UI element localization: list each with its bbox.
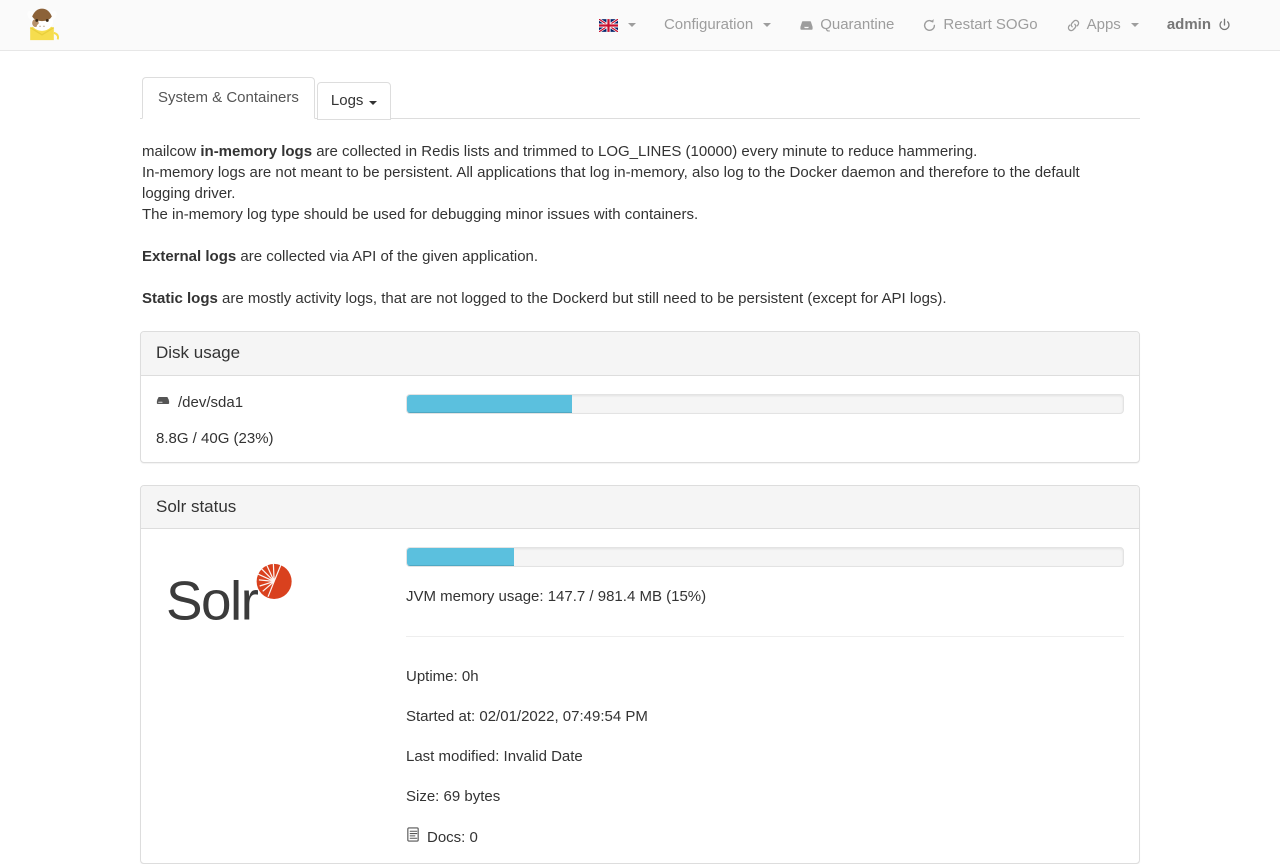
intro-p4-post: are collected via API of the given appli… xyxy=(236,248,539,265)
admin-label: admin xyxy=(1166,16,1211,33)
language-selector[interactable] xyxy=(585,0,650,50)
disk-usage-panel-heading: Disk usage xyxy=(141,332,1139,376)
intro-p1-pre: mailcow xyxy=(142,143,201,160)
disk-usage-panel: Disk usage /dev/sda1 8.8G / 40G (23%) xyxy=(140,331,1140,463)
tab-logs[interactable]: Logs xyxy=(316,82,392,120)
solr-last-modified: Last modified: Invalid Date xyxy=(406,748,583,766)
solr-memory-label: JVM memory usage: 147.7 / 981.4 MB (15%) xyxy=(406,588,707,606)
tab-bar: System & Containers Logs xyxy=(140,73,1140,120)
solr-uptime: Uptime: 0h xyxy=(406,668,479,686)
link-icon xyxy=(1066,0,1081,50)
tab-label: System & Containers xyxy=(158,89,299,106)
intro-p4-bold: External logs xyxy=(142,248,237,265)
nav-label-restart-sogo: Restart SOGo xyxy=(943,16,1038,33)
intro-paragraph-2: In-memory logs are not meant to be persi… xyxy=(142,164,1080,202)
disk-usage-info: /dev/sda1 8.8G / 40G (23%) xyxy=(156,391,406,447)
intro-text-block: mailcow in-memory logs are collected in … xyxy=(140,119,1140,309)
solr-divider xyxy=(406,636,1124,638)
solr-logo-icon: Solr xyxy=(164,554,406,634)
solr-docs-label: Docs: 0 xyxy=(427,828,478,846)
tab-system-and-containers[interactable]: System & Containers xyxy=(142,77,315,119)
tab-label: Logs xyxy=(330,92,364,109)
solr-started-at: Started at: 02/01/2022, 07:49:54 PM xyxy=(406,708,648,726)
page-title-solr-status: Solr status xyxy=(156,496,237,516)
solr-memory-progress-bar xyxy=(407,548,515,567)
intro-paragraph-3: The in-memory log type should be used fo… xyxy=(142,206,699,223)
uk-flag-icon xyxy=(598,0,618,50)
solr-docs-row: Docs: 0 xyxy=(406,827,1124,848)
nav-item-restart-sogo[interactable]: Restart SOGo xyxy=(908,0,1051,50)
solr-status-panel: Solr status Solr JVM memory usage: 147.7… xyxy=(140,484,1140,864)
solr-logo-wrap: Solr xyxy=(156,544,406,634)
navbar-right-group: Configuration Quarantine Restart SOGo Ap… xyxy=(585,0,1264,50)
solr-status-panel-heading: Solr status xyxy=(141,485,1139,530)
nav-label-configuration: Configuration xyxy=(663,16,754,33)
disk-usage-summary: 8.8G / 40G (23%) xyxy=(156,429,274,447)
disk-usage-row: /dev/sda1 8.8G / 40G (23%) xyxy=(156,391,1124,447)
page-title-disk-usage: Disk usage xyxy=(156,343,241,362)
disk-device-row: /dev/sda1 xyxy=(156,393,406,414)
nav-item-apps[interactable]: Apps xyxy=(1052,0,1153,50)
hard-drive-icon xyxy=(156,393,170,414)
solr-status-row: Solr JVM memory usage: 147.7 / 981.4 MB … xyxy=(156,544,1124,848)
solr-status-panel-body: Solr JVM memory usage: 147.7 / 981.4 MB … xyxy=(141,529,1139,863)
disk-usage-progress-bar xyxy=(407,394,572,413)
disk-usage-panel-body: /dev/sda1 8.8G / 40G (23%) xyxy=(141,376,1139,462)
intro-paragraph-5: Static logs are mostly activity logs, th… xyxy=(142,288,1102,309)
inbox-icon xyxy=(799,0,814,50)
nav-item-configuration[interactable]: Configuration xyxy=(650,0,785,50)
chevron-down-icon xyxy=(369,101,378,105)
chevron-down-icon xyxy=(1130,23,1139,27)
page-container: System & Containers Logs mailcow in-memo… xyxy=(140,51,1140,864)
nav-label-quarantine: Quarantine xyxy=(820,16,895,33)
nav-item-quarantine[interactable]: Quarantine xyxy=(785,0,908,50)
mailcow-cow-logo xyxy=(21,4,63,46)
nav-item-admin[interactable]: admin xyxy=(1153,0,1236,50)
brand-logo-link[interactable] xyxy=(16,0,63,50)
chevron-down-icon xyxy=(763,23,772,27)
intro-p1-post: are collected in Redis lists and trimmed… xyxy=(312,143,978,160)
svg-text:Solr: Solr xyxy=(166,570,259,632)
intro-p5-bold: Static logs xyxy=(142,290,218,307)
top-navbar: Configuration Quarantine Restart SOGo Ap… xyxy=(0,0,1280,51)
chevron-down-icon xyxy=(627,23,636,27)
disk-usage-progress-wrap xyxy=(406,391,1124,414)
solr-size: Size: 69 bytes xyxy=(406,788,501,806)
intro-paragraph-4: External logs are collected via API of t… xyxy=(142,246,1102,267)
power-off-icon xyxy=(1217,0,1232,50)
disk-usage-progress xyxy=(406,393,1124,414)
refresh-icon xyxy=(922,0,937,50)
solr-status-details: JVM memory usage: 147.7 / 981.4 MB (15%)… xyxy=(406,544,1124,848)
solr-memory-progress xyxy=(406,547,1124,568)
file-text-icon xyxy=(406,827,420,848)
disk-device-label: /dev/sda1 xyxy=(178,394,244,412)
nav-label-apps: Apps xyxy=(1086,16,1121,33)
intro-paragraph-1: mailcow in-memory logs are collected in … xyxy=(142,141,1102,162)
intro-p1-bold: in-memory logs xyxy=(200,143,313,160)
intro-p5-post: are mostly activity logs, that are not l… xyxy=(217,290,947,307)
